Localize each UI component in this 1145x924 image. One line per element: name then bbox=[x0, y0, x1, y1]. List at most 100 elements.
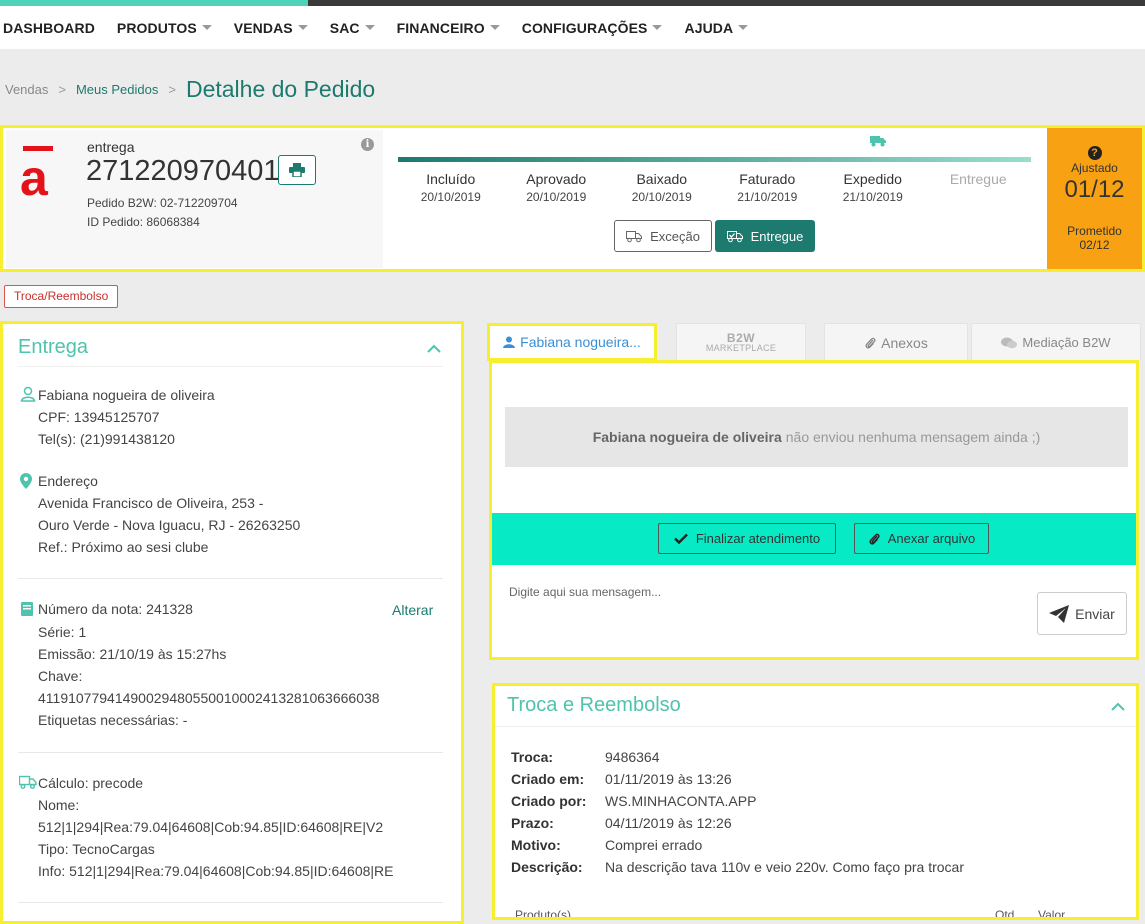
nav-item-dashboard[interactable]: DASHBOARD bbox=[3, 20, 95, 36]
b2w-marketplace-logo: B2W MARKETPLACE bbox=[705, 330, 777, 353]
troca-row: Troca: 9486364 bbox=[511, 749, 660, 765]
caret-down-icon bbox=[297, 25, 308, 30]
order-header: a entrega 271220970401 Pedido B2W: 02-71… bbox=[0, 125, 1145, 272]
address-label: Endereço bbox=[38, 473, 98, 489]
chat-empty-message: não enviou nenhuma mensagem ainda ;) bbox=[785, 429, 1041, 445]
user-icon bbox=[20, 386, 36, 407]
calculo: Cálculo: precode bbox=[38, 775, 144, 791]
ajustado-date: 01/12 bbox=[1064, 176, 1125, 203]
status-step: Expedido 21/10/2019 bbox=[818, 171, 928, 204]
troca-row-value: 9486364 bbox=[605, 749, 660, 765]
troca-row-value: Comprei errado bbox=[605, 837, 703, 853]
nota-number: Número da nota: 241328 bbox=[38, 601, 193, 617]
finalizar-atendimento-button[interactable]: Finalizar atendimento bbox=[658, 523, 836, 554]
nav-item-label: PRODUTOS bbox=[116, 19, 197, 36]
troca-row-value: 04/11/2019 às 12:26 bbox=[605, 815, 732, 831]
id-pedido: ID Pedido: 86068384 bbox=[87, 215, 200, 229]
status-step-date: 21/10/2019 bbox=[737, 190, 798, 204]
troca-row-key: Criado por: bbox=[511, 793, 587, 809]
paperclip-icon bbox=[865, 337, 876, 349]
alterar-link[interactable]: Alterar bbox=[392, 602, 433, 618]
excecao-button[interactable]: Exceção bbox=[614, 220, 712, 252]
frete-info: Info: 512|1|294|Rea:79.04|64608|Cob:94.8… bbox=[38, 863, 394, 879]
address-line1: Avenida Francisco de Oliveira, 253 - bbox=[38, 495, 264, 511]
troca-row: Prazo: 04/11/2019 às 12:26 bbox=[511, 815, 732, 831]
status-step-date: 20/10/2019 bbox=[631, 190, 692, 204]
americanas-logo: a bbox=[20, 146, 58, 208]
nav-item-ajuda[interactable]: AJUDA bbox=[684, 20, 749, 36]
troca-row: Criado por: WS.MINHACONTA.APP bbox=[511, 793, 756, 809]
caret-down-icon bbox=[652, 25, 663, 30]
address-ref: Ref.: Próximo ao sesi clube bbox=[38, 539, 209, 555]
tab-anexos[interactable]: Anexos bbox=[824, 323, 968, 361]
order-summary: a entrega 271220970401 Pedido B2W: 02-71… bbox=[6, 130, 383, 268]
enviar-button[interactable]: Enviar bbox=[1037, 592, 1127, 635]
customer-tel: Tel(s): (21)991438120 bbox=[38, 431, 175, 447]
check-icon bbox=[673, 533, 688, 544]
etiquetas: Etiquetas necessárias: - bbox=[38, 712, 188, 728]
chat-bubbles-icon bbox=[1001, 337, 1018, 348]
frete-nome-label: Nome: bbox=[38, 797, 80, 813]
status-step-date: 21/10/2019 bbox=[842, 190, 903, 204]
status-step-date: 20/10/2019 bbox=[420, 190, 481, 204]
frete-tipo: Tipo: TecnoCargas bbox=[38, 841, 155, 857]
order-type: entrega bbox=[87, 139, 135, 155]
print-button[interactable] bbox=[278, 155, 316, 185]
caret-down-icon bbox=[489, 25, 500, 30]
nav-item-label: DASHBOARD bbox=[3, 19, 95, 36]
col-produto: Produto(s) bbox=[515, 908, 572, 920]
status-step-label: Expedido bbox=[843, 171, 902, 187]
chevron-up-icon[interactable] bbox=[427, 340, 441, 358]
chevron-up-icon[interactable] bbox=[1111, 698, 1125, 716]
status-step: Faturado 21/10/2019 bbox=[712, 171, 822, 204]
prometido-date: 02/12 bbox=[1079, 238, 1110, 252]
status-step-label: Entregue bbox=[949, 171, 1007, 187]
excecao-label: Exceção bbox=[650, 228, 700, 244]
entrega-panel: Entrega Fabiana nogueira de oliveira CPF… bbox=[0, 321, 464, 924]
info-icon[interactable]: i bbox=[361, 138, 374, 151]
status-step-date: 20/10/2019 bbox=[526, 190, 587, 204]
nav-item-sac[interactable]: SAC bbox=[330, 20, 375, 36]
divider bbox=[18, 578, 443, 579]
troca-row-key: Descrição: bbox=[511, 859, 583, 875]
entregue-label: Entregue bbox=[750, 228, 804, 244]
ajustado-label: Ajustado bbox=[1071, 161, 1118, 175]
tab-b2w-marketplace[interactable]: B2W MARKETPLACE bbox=[676, 323, 806, 361]
nav-item-label: SAC bbox=[329, 19, 360, 36]
frete-nome: 512|1|294|Rea:79.04|64608|Cob:94.85|ID:6… bbox=[38, 819, 384, 835]
truck-check-icon bbox=[726, 230, 743, 242]
finalizar-label: Finalizar atendimento bbox=[695, 531, 821, 546]
chat-panel: Fabiana nogueira de oliveira não enviou … bbox=[489, 360, 1139, 660]
nav-item-configurações[interactable]: CONFIGURAÇÕES bbox=[522, 20, 663, 36]
anexar-arquivo-button[interactable]: Anexar arquivo bbox=[854, 523, 989, 554]
nav-item-financeiro[interactable]: FINANCEIRO bbox=[397, 20, 500, 36]
divider bbox=[18, 752, 443, 753]
nav-item-produtos[interactable]: PRODUTOS bbox=[117, 20, 212, 36]
question-icon[interactable]: ? bbox=[1087, 146, 1102, 160]
status-step: Baixado 20/10/2019 bbox=[607, 171, 717, 204]
nav-item-label: VENDAS bbox=[233, 19, 293, 36]
tab-customer-label: Fabiana nogueira... bbox=[520, 334, 641, 350]
tab-mediacao-b2w[interactable]: Mediação B2W bbox=[971, 323, 1141, 361]
pedido-b2w: Pedido B2W: 02-712209704 bbox=[87, 196, 238, 210]
entregue-button[interactable]: Entregue bbox=[715, 220, 815, 252]
tab-customer[interactable]: Fabiana nogueira... bbox=[487, 323, 657, 361]
chat-actions-bar: Finalizar atendimento Anexar arquivo bbox=[492, 513, 1136, 565]
message-input[interactable]: Digite aqui sua mensagem... bbox=[509, 585, 661, 599]
troca-row-value: 01/11/2019 às 13:26 bbox=[605, 771, 732, 787]
troca-reembolso-tag[interactable]: Troca/Reembolso bbox=[4, 285, 119, 308]
breadcrumb-vendas[interactable]: Vendas bbox=[5, 82, 48, 97]
breadcrumb-meus-pedidos[interactable]: Meus Pedidos bbox=[76, 82, 158, 97]
breadcrumb: Vendas > Meus Pedidos > Detalhe do Pedid… bbox=[5, 76, 375, 103]
prometido-label: Prometido bbox=[1067, 224, 1122, 238]
divider bbox=[18, 902, 443, 903]
address-line2: Ouro Verde - Nova Iguacu, RJ - 26263250 bbox=[38, 517, 301, 533]
status-step-label: Aprovado bbox=[526, 171, 587, 187]
caret-down-icon bbox=[201, 25, 212, 30]
troca-row-value: Na descrição tava 110v e veio 220v. Como… bbox=[605, 859, 964, 875]
customer-name: Fabiana nogueira de oliveira bbox=[38, 387, 215, 403]
nav-item-vendas[interactable]: VENDAS bbox=[234, 20, 308, 36]
customer-cpf: CPF: 13945125707 bbox=[38, 409, 160, 425]
anexar-label: Anexar arquivo bbox=[887, 531, 976, 546]
nota-serie: Série: 1 bbox=[38, 624, 87, 640]
